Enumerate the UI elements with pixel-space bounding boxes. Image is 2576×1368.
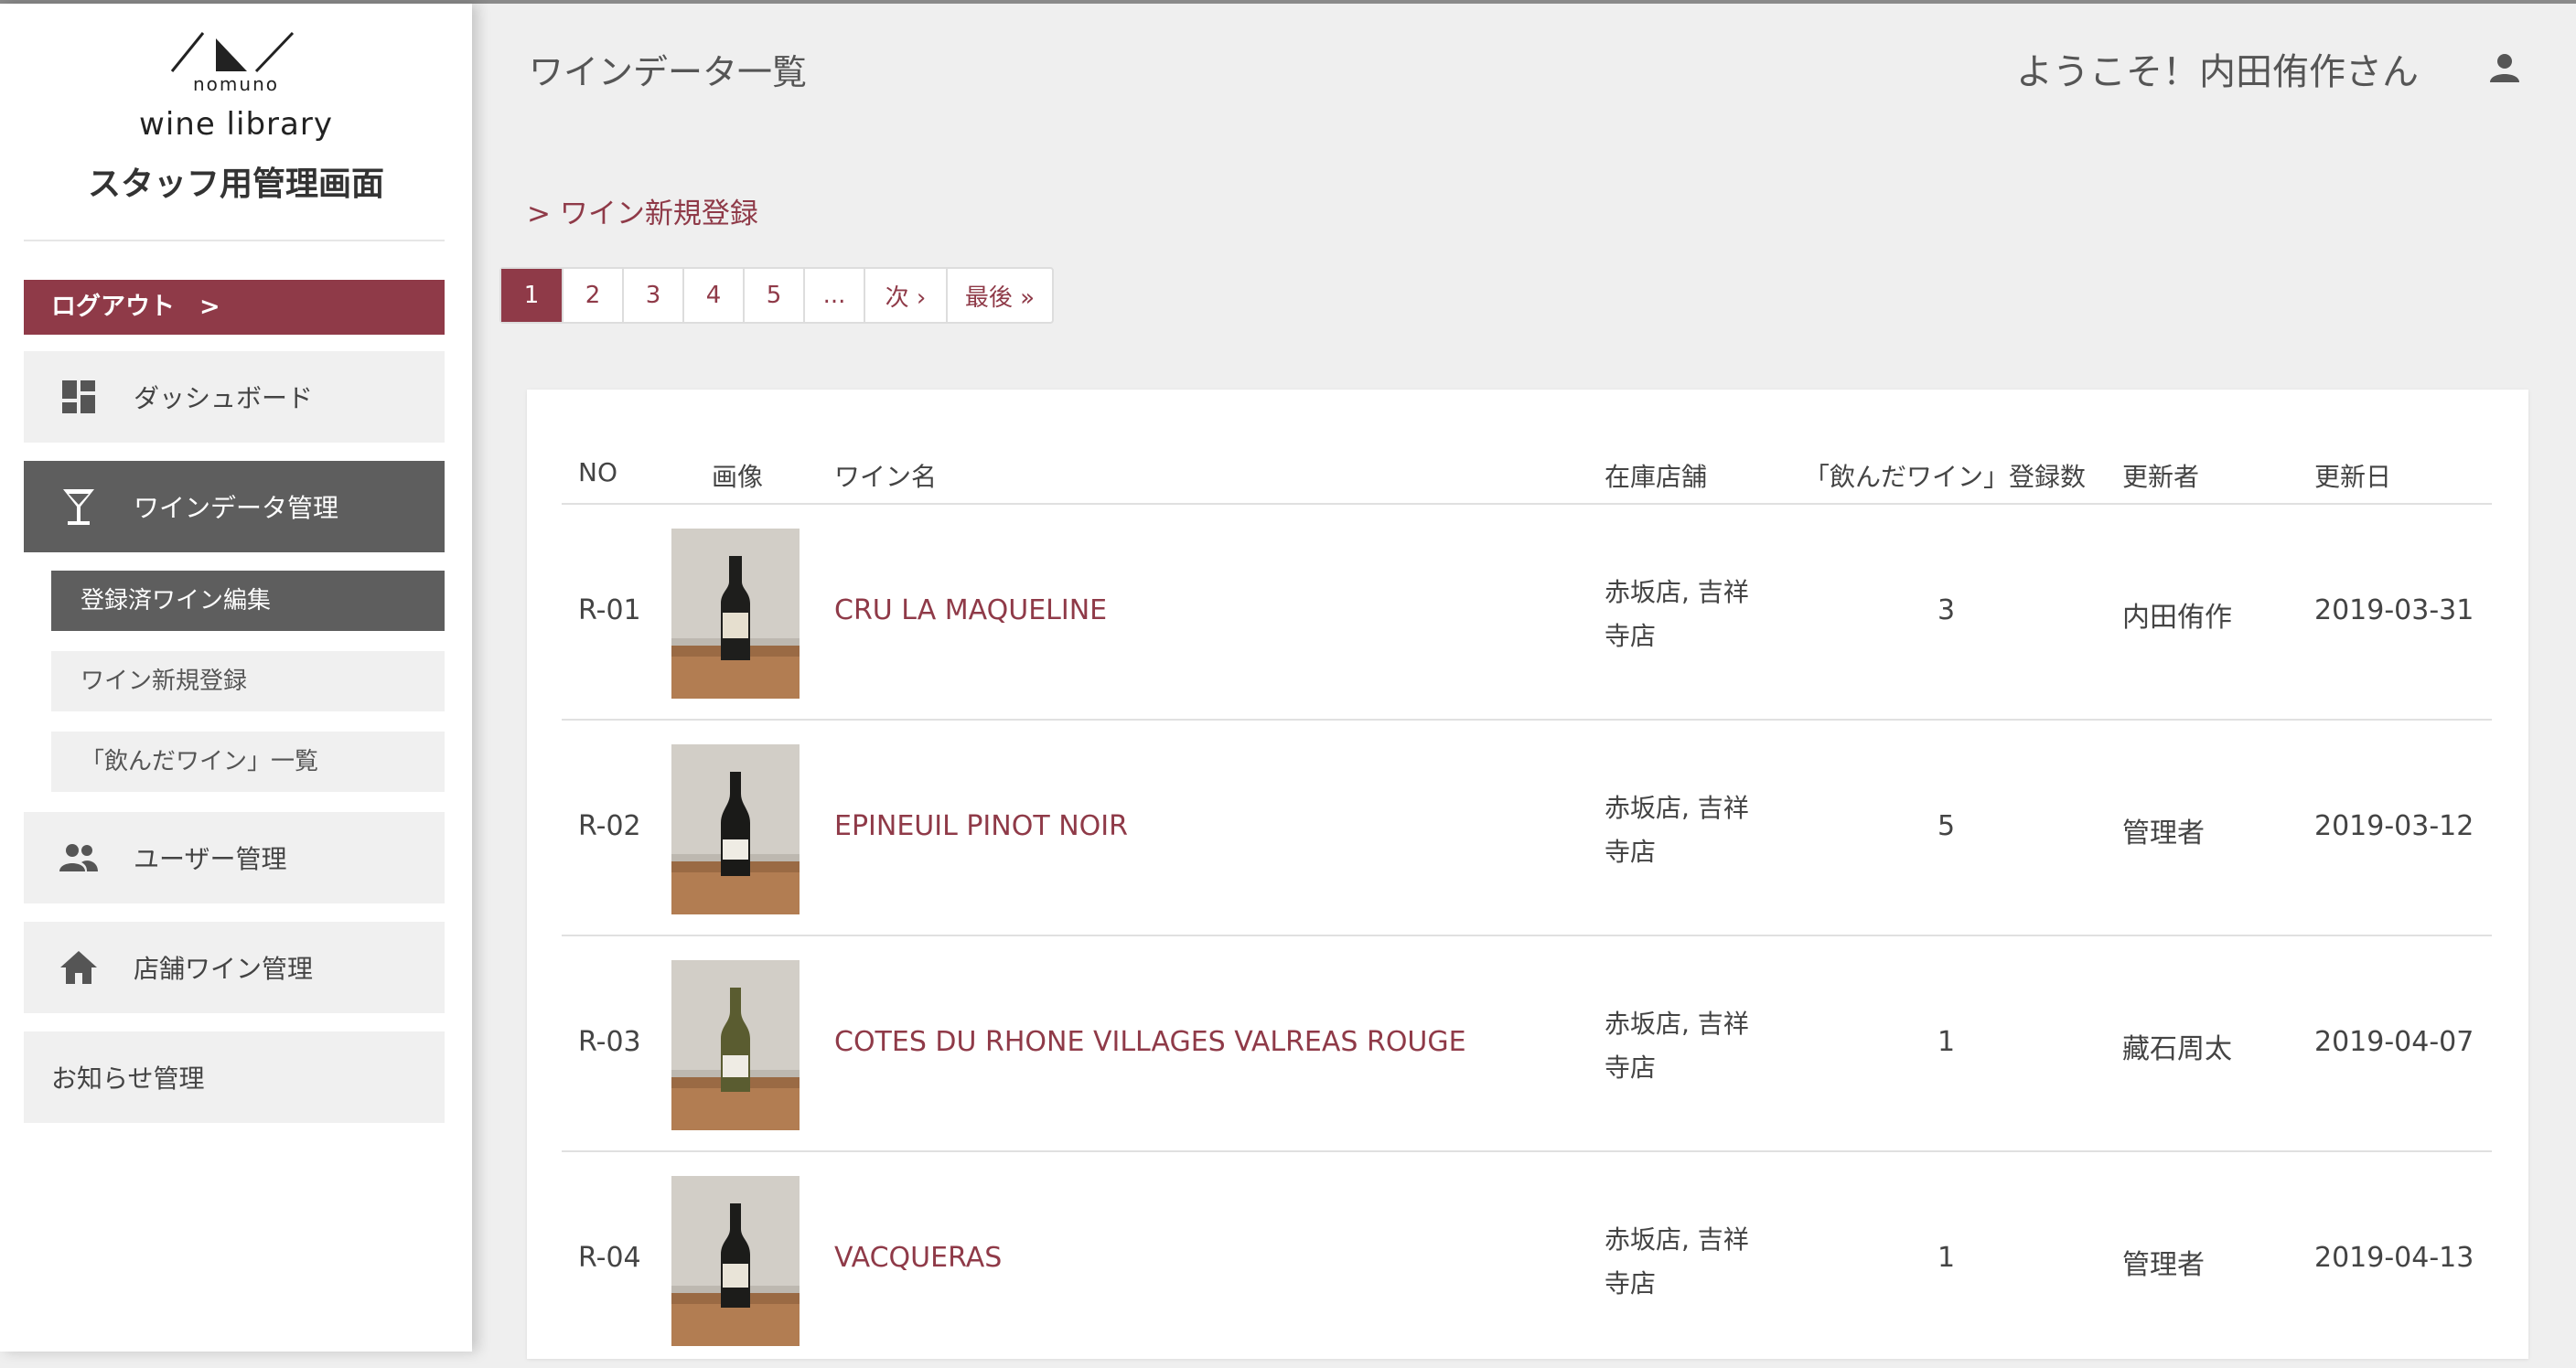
last-page-link[interactable]: 最後 » [946, 269, 1052, 322]
wine-thumbnail[interactable] [671, 529, 800, 699]
sidebar-item-label: 店舗ワイン管理 [134, 954, 314, 984]
sidebar-item-label: お知らせ管理 [51, 1063, 205, 1094]
home-icon [59, 947, 99, 988]
wine-name-link[interactable]: EPINEUIL PINOT NOIR [834, 810, 1128, 842]
sidebar-item-dashboard[interactable]: ダッシュボード [24, 351, 445, 443]
logout-button[interactable]: ログアウト > [24, 280, 445, 335]
table-row: R-01 CRU LA MAQUELINE 赤坂店, 吉祥寺店 3 内田侑作 2… [527, 505, 2528, 721]
row-drunk-count: 1 [1937, 1026, 1956, 1058]
page-1-link[interactable]: 1 [501, 269, 562, 322]
wine-name-link[interactable]: VACQUERAS [834, 1242, 1002, 1274]
table-row: R-02 EPINEUIL PINOT NOIR 赤坂店, 吉祥寺店 5 管理者… [527, 721, 2528, 936]
logo-icon [170, 31, 295, 73]
row-drunk-count: 3 [1937, 594, 1956, 626]
row-store: 赤坂店, 吉祥寺店 [1605, 1224, 1749, 1299]
wine-name-link[interactable]: CRU LA MAQUELINE [834, 594, 1107, 626]
sidebar-item-store-wine[interactable]: 店舗ワイン管理 [24, 922, 445, 1013]
row-no: R-01 [578, 594, 641, 626]
sidebar-item-label: ユーザー管理 [134, 844, 287, 874]
column-header-image: 画像 [712, 462, 764, 492]
wine-thumbnail[interactable] [671, 1176, 800, 1346]
wine-glass-icon [59, 486, 99, 527]
sidebar-divider [24, 240, 445, 241]
wine-thumbnail[interactable] [671, 744, 800, 914]
submenu-item-new-wine[interactable]: ワイン新規登録 [51, 651, 445, 711]
row-no: R-03 [578, 1026, 641, 1058]
brand-name: wine library [139, 106, 333, 143]
row-store: 赤坂店, 吉祥寺店 [1605, 1009, 1749, 1083]
users-icon [59, 838, 99, 878]
sidebar-item-label: ダッシュボード [134, 383, 314, 413]
page-5-link[interactable]: 5 [743, 269, 803, 322]
row-updater: 管理者 [2122, 818, 2205, 850]
pagination: 1 2 3 4 5 ... 次 › 最後 » [499, 267, 1054, 324]
sidebar: nomuno wine library スタッフ用管理画面 ログアウト > ダッ… [0, 4, 472, 1352]
page-title: ワインデータ一覧 [529, 52, 808, 92]
submenu-item-edit-wine[interactable]: 登録済ワイン編集 [51, 571, 445, 631]
page-4-link[interactable]: 4 [682, 269, 743, 322]
sidebar-item-users[interactable]: ユーザー管理 [24, 812, 445, 903]
sidebar-item-wine-data[interactable]: ワインデータ管理 [24, 461, 445, 552]
column-header-updater: 更新者 [2122, 462, 2200, 492]
row-drunk-count: 5 [1937, 810, 1956, 842]
new-wine-link[interactable]: > ワイン新規登録 [527, 190, 758, 231]
submenu-item-drunk-list[interactable]: 「飲んだワイン」一覧 [51, 732, 445, 792]
table-row: R-03 COTES DU RHONE VILLAGES VALREAS ROU… [527, 936, 2528, 1152]
row-updated: 2019-03-12 [2314, 810, 2474, 842]
column-header-drunk-count: 「飲んだワイン」登録数 [1804, 462, 2087, 492]
column-header-updated: 更新日 [2314, 462, 2392, 492]
dashboard-icon [59, 377, 99, 417]
sidebar-item-notices[interactable]: お知らせ管理 [24, 1031, 445, 1123]
wine-thumbnail[interactable] [671, 960, 800, 1130]
row-updated: 2019-03-31 [2314, 594, 2474, 626]
row-updater: 藏石周太 [2122, 1033, 2232, 1065]
row-updater: 管理者 [2122, 1249, 2205, 1281]
row-store: 赤坂店, 吉祥寺店 [1605, 577, 1749, 651]
row-updated: 2019-04-07 [2314, 1026, 2474, 1058]
welcome-text: ようこそ！内田侑作さん [2016, 51, 2419, 93]
row-drunk-count: 1 [1937, 1242, 1956, 1274]
wine-table: NO 画像 ワイン名 在庫店舗 「飲んだワイン」登録数 更新者 更新日 R-01… [527, 390, 2528, 1359]
row-no: R-02 [578, 810, 641, 842]
brand-small: nomuno [193, 73, 279, 95]
row-no: R-04 [578, 1242, 641, 1274]
column-header-no: NO [578, 457, 617, 487]
row-store: 赤坂店, 吉祥寺店 [1605, 793, 1749, 867]
page-2-link[interactable]: 2 [562, 269, 622, 322]
row-updater: 内田侑作 [2122, 602, 2232, 634]
row-updated: 2019-04-13 [2314, 1242, 2474, 1274]
wine-name-link[interactable]: COTES DU RHONE VILLAGES VALREAS ROUGE [834, 1026, 1466, 1058]
column-header-name: ワイン名 [834, 462, 938, 492]
page-3-link[interactable]: 3 [622, 269, 682, 322]
table-row: R-04 VACQUERAS 赤坂店, 吉祥寺店 1 管理者 2019-04-1… [527, 1152, 2528, 1368]
page-ellipsis: ... [803, 269, 864, 322]
person-icon[interactable] [2486, 49, 2523, 86]
column-header-store: 在庫店舗 [1605, 462, 1708, 492]
next-page-link[interactable]: 次 › [864, 269, 946, 322]
sidebar-title: スタッフ用管理画面 [87, 166, 384, 203]
sidebar-item-label: ワインデータ管理 [134, 493, 339, 523]
